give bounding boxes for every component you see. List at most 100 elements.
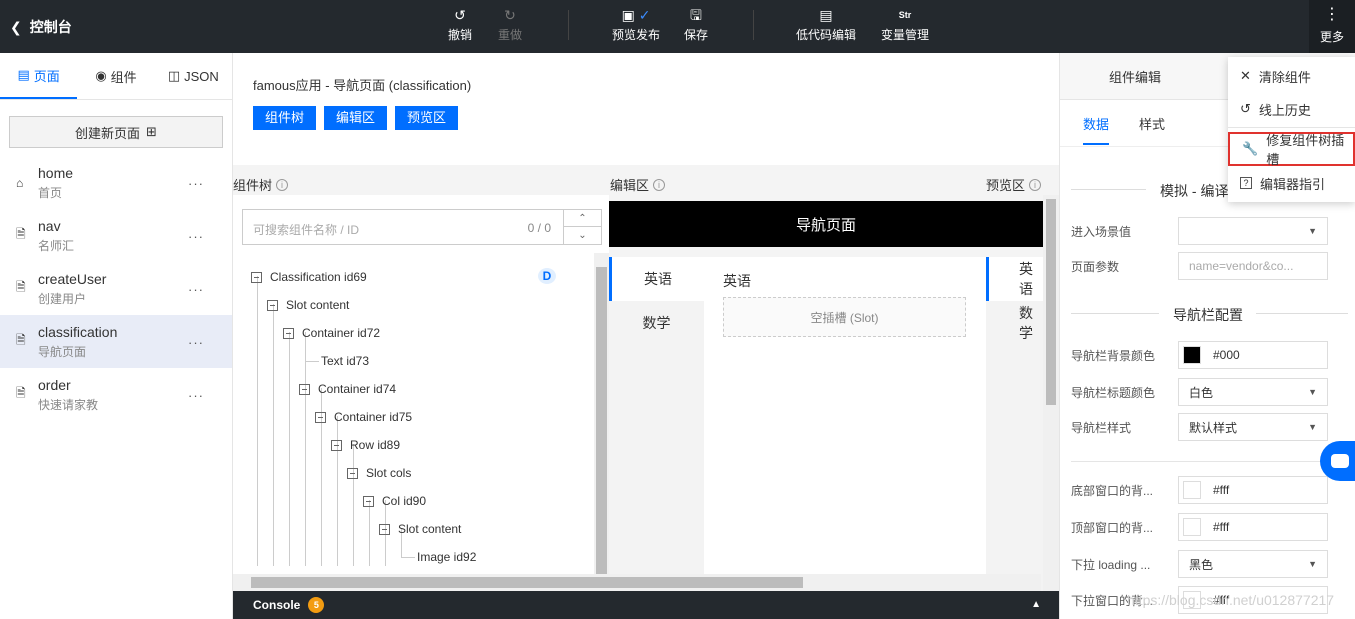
tree-line (369, 500, 370, 566)
nav-bg-color-input[interactable]: #000 (1178, 341, 1328, 369)
tree-node-label: Classification id69 (270, 270, 367, 284)
tab-components[interactable]: ◉ 组件 (77, 53, 154, 99)
canvas-body[interactable]: 英语 空插槽 (Slot) (704, 257, 986, 595)
loading-color-select[interactable]: 黑色 ▼ (1178, 550, 1328, 578)
editor-scrollbar[interactable] (1043, 195, 1059, 595)
more-button[interactable]: ⋮ 更多 (1309, 0, 1355, 53)
menu-item-clear-components[interactable]: ✕ 清除组件 (1228, 59, 1355, 93)
tree-node[interactable]: Slot cols (347, 466, 411, 480)
lowcode-edit-button[interactable]: ▤ 低代码编辑 (796, 6, 856, 43)
scene-select[interactable]: ▼ (1178, 217, 1328, 245)
collapse-icon[interactable] (347, 467, 358, 479)
nav-title-color-select[interactable]: 白色 ▼ (1178, 378, 1328, 406)
menu-item-online-history[interactable]: ↺ 线上历史 (1228, 92, 1355, 126)
tab-json[interactable]: ◫ JSON (155, 53, 232, 99)
chat-support-button[interactable] (1320, 441, 1355, 481)
bottom-bg-color-input[interactable]: #fff (1178, 476, 1328, 504)
empty-slot[interactable]: 空插槽 (Slot) (723, 297, 966, 337)
collapse-icon[interactable] (299, 383, 310, 395)
tab-label: 页面 (33, 68, 60, 84)
collapse-icon[interactable] (331, 439, 342, 451)
field-label: 导航栏样式 (1071, 420, 1132, 435)
chevron-up-icon[interactable]: ⌃ (564, 210, 601, 227)
tree-search-input[interactable]: 可搜索组件名称 / ID 0 / 0 ⌃ ⌄ (242, 209, 602, 245)
create-page-button[interactable]: 创建新页面 ⊞ (9, 116, 223, 148)
page-item-classification[interactable]: 🗎 classification 导航页面 ··· (0, 315, 232, 368)
info-icon[interactable]: i (1029, 178, 1042, 191)
back-to-console-button[interactable]: ❮ 控制台 (10, 17, 72, 37)
info-icon[interactable]: i (653, 178, 666, 191)
tree-node[interactable]: Container id75 (315, 410, 412, 424)
variable-manage-button[interactable]: Str 变量管理 (881, 6, 929, 43)
back-label: 控制台 (29, 19, 72, 35)
tree-node[interactable]: Slot content (267, 298, 349, 312)
menu-item-label: 清除组件 (1258, 69, 1311, 85)
page-item-createUser[interactable]: 🗎 createUser 创建用户 ··· (0, 262, 232, 315)
search-nav: ⌃ ⌄ (563, 210, 601, 244)
field-value: #fff (1213, 483, 1230, 497)
chevron-up-icon[interactable]: ▲ (1031, 599, 1041, 610)
tree-node[interactable]: Classification id69 (251, 270, 367, 284)
tree-node[interactable]: Row id89 (331, 438, 400, 452)
tree-node[interactable]: Col id90 (363, 494, 426, 508)
menu-item-repair-slots[interactable]: 🔧 修复组件树插槽 (1228, 132, 1355, 167)
save-button[interactable]: 🖫 保存 (684, 6, 708, 43)
main-area: famous应用 - 导航页面 (classification) 组件树 编辑区… (233, 53, 1059, 619)
page-more-icon[interactable]: ··· (188, 335, 204, 350)
toolbar-divider (568, 10, 569, 40)
field-loading: 下拉 loading ... 黑色 ▼ (1071, 550, 1351, 578)
collapse-icon[interactable] (251, 271, 262, 283)
page-more-icon[interactable]: ··· (188, 229, 204, 244)
collapse-icon[interactable] (283, 327, 294, 339)
color-swatch[interactable] (1183, 481, 1201, 499)
horizontal-scrollbar[interactable] (233, 574, 1041, 591)
page-item-home[interactable]: ⌂ home 首页 ··· (0, 156, 232, 209)
page-item-nav[interactable]: 🗎 nav 名师汇 ··· (0, 209, 232, 262)
canvas-navbar[interactable]: 导航页面 (609, 201, 1043, 247)
tab-pages[interactable]: ▤ 页面 (0, 53, 78, 99)
toggle-preview-button[interactable]: 预览区 (395, 106, 459, 130)
redo-icon: ↻ (504, 7, 516, 23)
nav-style-select[interactable]: 默认样式 ▼ (1178, 413, 1328, 441)
scroll-thumb[interactable] (1046, 199, 1056, 405)
tree-scrollbar[interactable] (594, 253, 609, 575)
undo-button[interactable]: ↺ 撤销 (448, 6, 472, 43)
scroll-thumb[interactable] (251, 577, 803, 588)
preview-menu-item[interactable]: 数学 (986, 301, 1043, 345)
canvas-menu-item[interactable]: 数学 (609, 301, 704, 345)
menu-item-editor-guide[interactable]: ? 编辑器指引 (1228, 166, 1355, 200)
console-bar[interactable]: Console 5 ▲ (233, 591, 1059, 619)
page-more-icon[interactable]: ··· (188, 388, 204, 403)
subtab-style[interactable]: 样式 (1139, 114, 1165, 133)
toggle-editor-button[interactable]: 编辑区 (324, 106, 388, 130)
collapse-icon[interactable] (267, 299, 278, 311)
field-value: 白色 (1189, 385, 1214, 400)
chevron-down-icon[interactable]: ⌄ (564, 227, 601, 244)
tree-node[interactable]: Container id72 (283, 326, 380, 340)
page-more-icon[interactable]: ··· (188, 282, 204, 297)
preview-publish-button[interactable]: ▣ ✓ 预览发布 (612, 6, 660, 43)
top-bg-color-input[interactable]: #fff (1178, 513, 1328, 541)
collapse-icon[interactable] (379, 523, 390, 535)
toggle-tree-button[interactable]: 组件树 (253, 106, 317, 130)
subtab-data[interactable]: 数据 (1083, 114, 1110, 145)
scroll-thumb[interactable] (596, 267, 607, 575)
page-more-icon[interactable]: ··· (188, 176, 204, 191)
canvas-menu-item[interactable]: 英语 (609, 257, 704, 301)
info-icon[interactable]: i (276, 178, 289, 191)
collapse-icon[interactable] (315, 411, 326, 423)
tree-node[interactable]: Image id92 (417, 550, 476, 564)
divider (1071, 313, 1159, 314)
tree-node[interactable]: Container id74 (299, 382, 396, 396)
tree-node[interactable]: Slot content (379, 522, 461, 536)
tab-component-edit[interactable]: 组件编辑 (1060, 53, 1210, 99)
tree-line (353, 444, 354, 566)
collapse-icon[interactable] (363, 495, 374, 507)
page-params-input[interactable]: name=vendor&co... (1178, 252, 1328, 280)
preview-menu-item[interactable]: 英语 (986, 257, 1043, 301)
color-swatch[interactable] (1183, 346, 1201, 364)
color-swatch[interactable] (1183, 518, 1201, 536)
page-item-order[interactable]: 🗎 order 快速请家教 ··· (0, 368, 232, 421)
tree-node[interactable]: Text id73 (321, 354, 369, 368)
redo-button[interactable]: ↻ 重做 (498, 6, 522, 43)
